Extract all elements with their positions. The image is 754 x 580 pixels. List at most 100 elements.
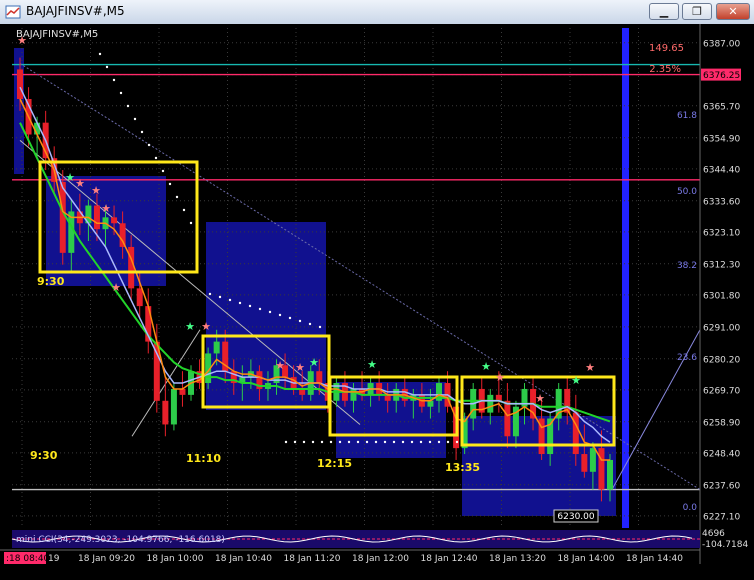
x-tick-label: 18 Jan 10:00 — [147, 554, 204, 564]
sar-dot — [356, 440, 360, 444]
sar-dot — [133, 117, 137, 121]
candle-body — [179, 388, 186, 395]
sar-dot — [455, 440, 459, 444]
y-tick-label: 6333.60 — [703, 197, 740, 207]
signal-star-icon: ★ — [275, 359, 285, 372]
sar-dot — [268, 310, 272, 314]
restore-button[interactable]: ❐ — [682, 3, 712, 20]
signal-star-icon: ★ — [571, 374, 581, 387]
time-annotation: 11:10 — [186, 452, 221, 465]
blue-zone — [14, 48, 24, 174]
candle-body — [316, 371, 323, 384]
sar-dot — [329, 440, 333, 444]
y-tick-label: 6376.25 — [703, 71, 740, 81]
signal-star-icon: ★ — [65, 171, 75, 184]
chart-symbol-label: BAJAJFINSV#,M5 — [16, 29, 98, 40]
y-tick-label: 6269.70 — [703, 386, 740, 396]
time-annotation: 9:30 — [30, 449, 58, 462]
y-tick-label: 6312.30 — [703, 260, 740, 270]
y-tick-label: 6301.80 — [703, 291, 740, 301]
candle-body — [93, 205, 100, 230]
close-button[interactable]: ✕ — [716, 3, 750, 20]
sar-dot — [410, 440, 414, 444]
sar-dot — [112, 78, 116, 82]
candle-body — [504, 400, 511, 437]
time-annotation: 12:15 — [317, 457, 352, 470]
fib-level-label: 50.0 — [677, 187, 697, 197]
sar-dot — [182, 208, 186, 212]
sar-dot — [105, 65, 109, 69]
chart-window: BAJAJFINSV#,M5 ▁ ❐ ✕ ★ ★ ★ ★ ★ ★ ★ ★ ★ ★ ★ ★ ★ ★ ★ ★ ★ 9:… — [0, 0, 754, 580]
sar-dot — [318, 325, 322, 329]
y-tick-label: 6354.90 — [703, 134, 740, 144]
candle-body — [581, 454, 588, 472]
y-tick-label: 6344.40 — [703, 165, 740, 175]
x-tick-label: 18 Jan 09:20 — [78, 554, 135, 564]
sar-dot — [119, 91, 123, 95]
candle-body — [487, 394, 494, 413]
sar-dot — [258, 307, 262, 311]
fib-percent-annotation: 2.35% — [649, 64, 681, 75]
sar-dot — [428, 440, 432, 444]
signal-star-icon: ★ — [481, 360, 491, 373]
x-tick-label: 18 Jan 11:20 — [284, 554, 341, 564]
window-titlebar[interactable]: BAJAJFINSV#,M5 ▁ ❐ ✕ — [0, 0, 754, 25]
y-tick-label: 6280.20 — [703, 355, 740, 365]
sar-dot — [248, 304, 252, 308]
candle-body — [59, 181, 66, 253]
cci-value-label: -104.7184 — [702, 540, 748, 550]
sar-dot — [175, 195, 179, 199]
y-tick-label: 6227.10 — [703, 512, 740, 522]
current-time-band — [622, 28, 629, 528]
fib-level-label: 61.8 — [677, 111, 697, 121]
sar-dot — [392, 440, 396, 444]
signal-star-icon: ★ — [535, 392, 545, 405]
sar-dot — [311, 440, 315, 444]
candle-body — [136, 288, 143, 307]
price-callout-label: 6230.00 — [557, 512, 594, 522]
fib-level-label: 0.0 — [683, 503, 698, 513]
y-tick-label: 6387.00 — [703, 39, 740, 49]
minimize-button[interactable]: ▁ — [649, 3, 679, 20]
signal-star-icon: ★ — [185, 320, 195, 333]
sar-dot — [278, 313, 282, 317]
minimize-icon: ▁ — [659, 5, 669, 18]
x-tick-label: 18 Jan 14:40 — [626, 554, 683, 564]
y-tick-label: 6291.00 — [703, 323, 740, 333]
signal-star-icon: ★ — [201, 320, 211, 333]
fib-range-annotation: 149.65 — [649, 43, 684, 54]
sar-dot — [401, 440, 405, 444]
signal-star-icon: ★ — [295, 361, 305, 374]
sar-dot — [218, 295, 222, 299]
y-tick-label: 6248.40 — [703, 449, 740, 459]
window-title: BAJAJFINSV#,M5 — [26, 4, 125, 18]
price-chart[interactable]: ★★ ★★★★★ ★★ ★ ★ ★ ★★★★★9:309:30 11:10 12:15 13:35… — [0, 24, 754, 580]
signal-star-icon: ★ — [367, 358, 377, 371]
x-tick-label: 18 Jan 13:20 — [489, 554, 546, 564]
sar-dot — [168, 182, 172, 186]
candle-body — [555, 388, 562, 419]
sar-dot — [189, 221, 193, 225]
fib-level-label: 23.6 — [677, 353, 697, 363]
candle-body — [162, 400, 169, 425]
sar-dot — [293, 440, 297, 444]
candle-body — [427, 400, 434, 407]
y-tick-label: 6365.70 — [703, 102, 740, 112]
sar-dot — [338, 440, 342, 444]
signal-star-icon: ★ — [75, 177, 85, 190]
sar-dot — [320, 440, 324, 444]
cci-indicator-label: mini CCI(34,-249.3023, -104.9766, -116.6… — [16, 535, 225, 545]
sar-dot — [228, 298, 232, 302]
sar-dot — [161, 169, 165, 173]
y-tick-label: 6258.90 — [703, 418, 740, 428]
sar-dot — [284, 440, 288, 444]
x-tick-label: 18 Jan 12:40 — [421, 554, 478, 564]
candle-body — [589, 448, 596, 472]
sar-dot — [302, 440, 306, 444]
chart-app-icon — [5, 5, 21, 19]
sar-dot — [437, 440, 441, 444]
y-tick-label: 6237.60 — [703, 481, 740, 491]
signal-star-icon: ★ — [495, 371, 505, 384]
sar-dot — [365, 440, 369, 444]
sar-dot — [154, 156, 158, 160]
